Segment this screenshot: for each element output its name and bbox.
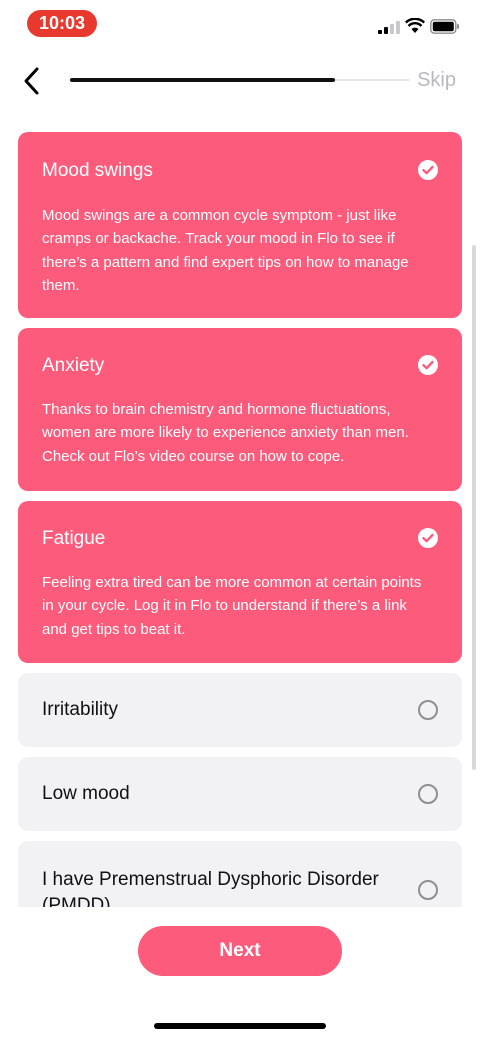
option-title: Fatigue <box>42 528 106 549</box>
option-card-irritability[interactable]: Irritability <box>18 673 462 747</box>
checkmark-circle-icon <box>418 528 438 548</box>
home-indicator <box>154 1023 326 1029</box>
symptom-selection-screen: 10:03 Skip Mood swings Mood swings are a… <box>0 0 480 1039</box>
status-bar: 10:03 <box>0 0 480 48</box>
back-chevron-icon[interactable] <box>18 64 48 98</box>
option-title: I have Premenstrual Dysphoric Disorder (… <box>42 869 379 907</box>
skip-button[interactable]: Skip <box>417 69 456 92</box>
option-card-anxiety[interactable]: Anxiety Thanks to brain chemistry and ho… <box>18 328 462 491</box>
option-card-low-mood[interactable]: Low mood <box>18 757 462 831</box>
scrollbar[interactable] <box>472 245 476 770</box>
option-description: Feeling extra tired can be more common a… <box>42 574 422 638</box>
option-card-pmdd[interactable]: I have Premenstrual Dysphoric Disorder (… <box>18 841 462 907</box>
option-description: Thanks to brain chemistry and hormone fl… <box>42 401 409 465</box>
cellular-signal-icon <box>378 20 400 34</box>
option-title: Mood swings <box>42 160 153 181</box>
radio-circle-icon <box>418 700 438 720</box>
battery-icon <box>430 19 459 34</box>
wifi-icon <box>405 18 425 33</box>
symptom-options-list[interactable]: Mood swings Mood swings are a common cyc… <box>0 131 480 907</box>
status-time: 10:03 <box>27 10 97 37</box>
next-button[interactable]: Next <box>138 926 342 976</box>
option-card-fatigue[interactable]: Fatigue Feeling extra tired can be more … <box>18 501 462 663</box>
nav-bar: Skip <box>0 48 480 118</box>
checkmark-circle-icon <box>418 355 438 375</box>
progress-bar-fill <box>70 78 336 82</box>
option-description: Mood swings are a common cycle symptom -… <box>42 207 409 294</box>
radio-circle-icon <box>418 880 438 900</box>
progress-bar <box>70 78 410 82</box>
option-title: Low mood <box>42 783 130 804</box>
checkmark-circle-icon <box>418 160 438 180</box>
option-card-mood-swings[interactable]: Mood swings Mood swings are a common cyc… <box>18 132 462 318</box>
option-title: Anxiety <box>42 355 105 376</box>
radio-circle-icon <box>418 784 438 804</box>
option-title: Irritability <box>42 699 119 720</box>
